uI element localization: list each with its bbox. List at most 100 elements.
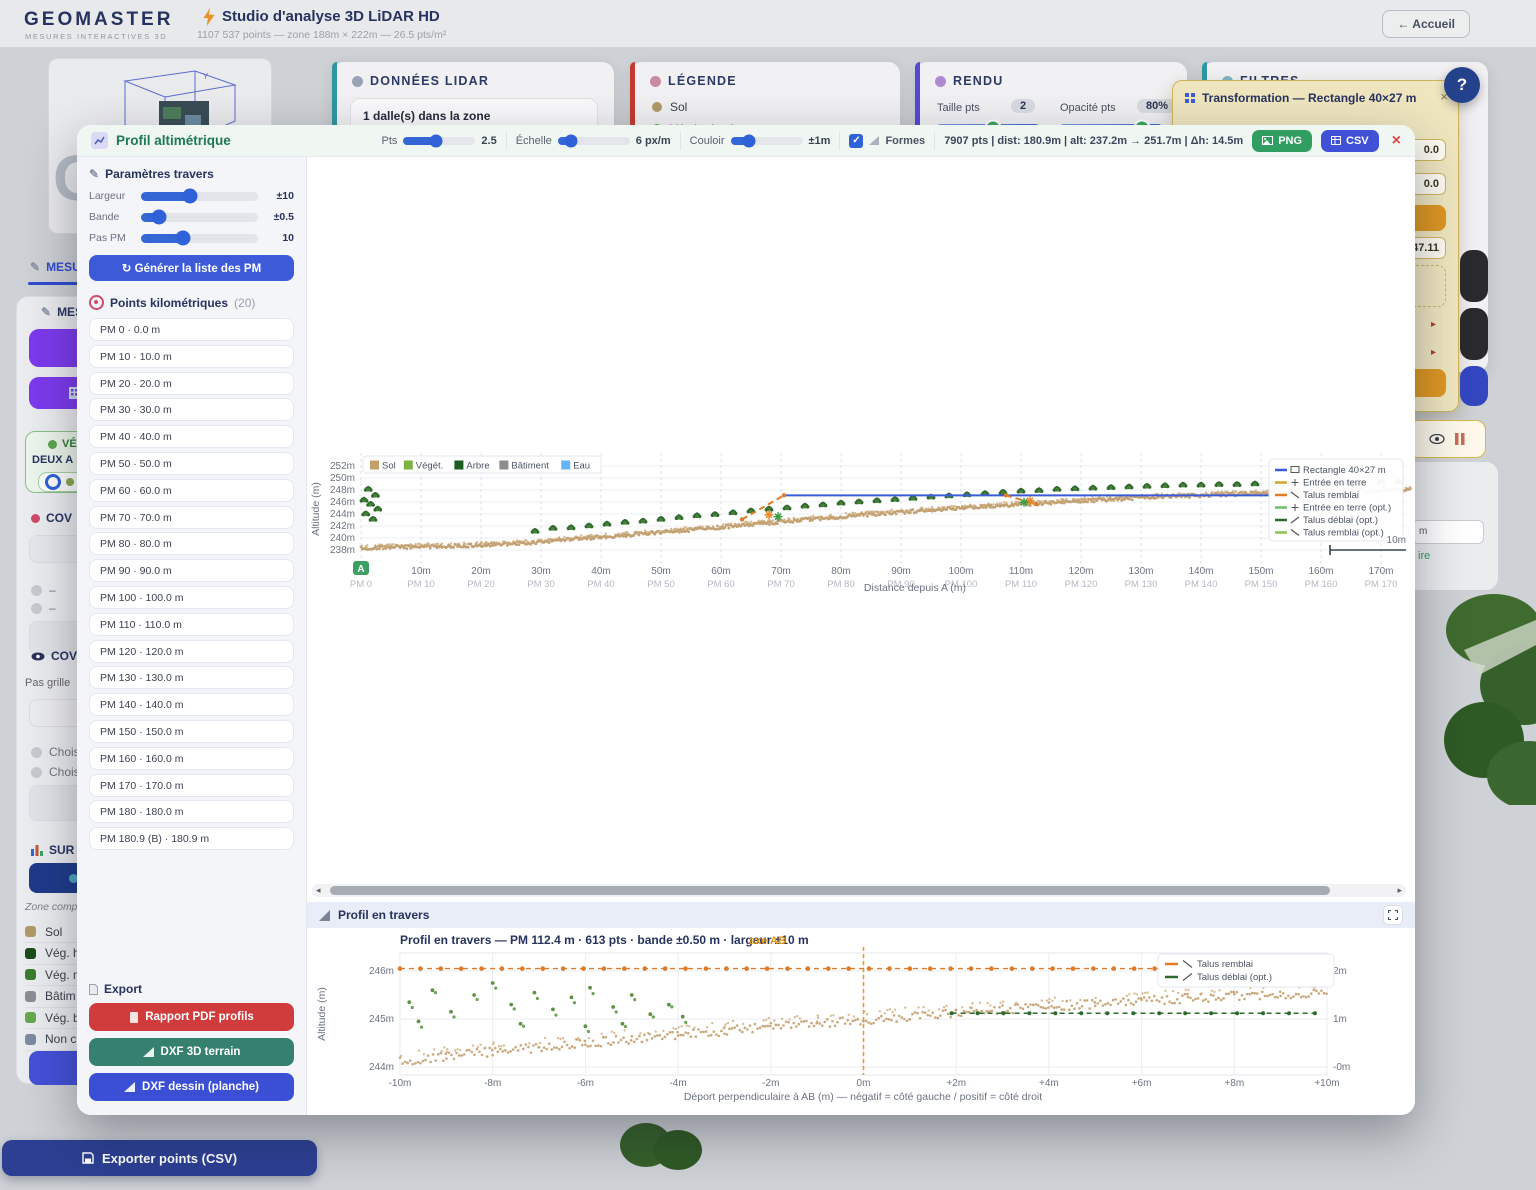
pm-item[interactable]: PM 0 · 0.0 m	[89, 318, 294, 341]
dock-button[interactable]	[1460, 250, 1488, 302]
pm-item[interactable]: PM 70 · 70.0 m	[89, 506, 294, 529]
svg-text:Altitude (m): Altitude (m)	[310, 482, 322, 536]
generate-pm-button[interactable]: ↻ Générer la liste des PM	[89, 255, 294, 281]
pm-item[interactable]: PM 50 · 50.0 m	[89, 452, 294, 475]
pm-item[interactable]: PM 100 · 100.0 m	[89, 586, 294, 609]
panel-title: LÉGENDE	[668, 74, 737, 88]
svg-text:246m: 246m	[369, 966, 394, 977]
pts-slider[interactable]	[403, 137, 475, 145]
svg-text:Bâtiment: Bâtiment	[511, 461, 549, 472]
pm-item[interactable]: PM 130 · 130.0 m	[89, 666, 294, 689]
measure-input[interactable]: m	[1412, 520, 1484, 544]
dxf-dessin-planche--button[interactable]: DXF dessin (planche)	[89, 1073, 294, 1101]
svg-text:160m: 160m	[1308, 566, 1333, 577]
svg-text:Déport perpendiculaire à AB (m: Déport perpendiculaire à AB (m) — négati…	[684, 1091, 1042, 1103]
pm-item[interactable]: PM 160 · 160.0 m	[89, 747, 294, 770]
svg-text:PM 70: PM 70	[767, 579, 794, 590]
expand-icon[interactable]	[1383, 905, 1403, 925]
chevron-right-icon[interactable]: ▸	[1431, 319, 1436, 330]
couloir-value: ±1m	[809, 135, 831, 147]
section-title: COVI	[51, 649, 80, 663]
largeur-slider[interactable]	[141, 192, 258, 201]
choose-radio[interactable]: Choisi	[31, 745, 82, 759]
pm-item[interactable]: PM 170 · 170.0 m	[89, 774, 294, 797]
eye-icon[interactable]	[1429, 434, 1445, 444]
option-radio[interactable]: –	[31, 601, 56, 615]
dxf-3d-terrain-button[interactable]: DXF 3D terrain	[89, 1038, 294, 1066]
scroll-right-icon[interactable]: ▸	[1397, 884, 1402, 897]
chart-horizontal-scrollbar[interactable]: ◂ ▸	[312, 884, 1406, 897]
svg-text:+6m: +6m	[1132, 1078, 1152, 1089]
svg-text:170m: 170m	[1368, 566, 1393, 577]
echelle-slider[interactable]	[558, 137, 630, 145]
pin-icon	[31, 514, 40, 523]
grid-note: Pas grille	[25, 677, 70, 689]
svg-text:-10m: -10m	[389, 1078, 412, 1089]
pm-item[interactable]: PM 80 · 80.0 m	[89, 532, 294, 555]
pm-item[interactable]: PM 10 · 10.0 m	[89, 345, 294, 368]
pm-item[interactable]: PM 120 · 120.0 m	[89, 640, 294, 663]
microscope-icon	[352, 76, 363, 87]
svg-text:Talus remblai (opt.): Talus remblai (opt.)	[1303, 528, 1384, 539]
choose-radio[interactable]: Choisi	[31, 765, 82, 779]
svg-text:PM 170: PM 170	[1365, 579, 1398, 590]
pm-item[interactable]: PM 180.9 (B) · 180.9 m	[89, 827, 294, 850]
taille-pts-value: 2	[1011, 99, 1035, 113]
export-csv-button[interactable]: CSV	[1321, 130, 1379, 152]
cross-section-icon	[319, 910, 330, 921]
eye-icon	[31, 652, 45, 661]
pts-label: Pts	[382, 135, 398, 147]
rapport-pdf-profils-button[interactable]: Rapport PDF profils	[89, 1003, 294, 1031]
chevron-right-icon[interactable]: ▸	[1431, 347, 1436, 358]
scrollbar-thumb[interactable]	[330, 886, 1330, 895]
export-points-csv-button[interactable]: Exporter points (CSV)	[2, 1140, 317, 1176]
option-radio[interactable]: –	[31, 583, 56, 597]
export-block: Export Rapport PDF profilsDXF 3D terrain…	[89, 982, 294, 1101]
pas-pm-slider[interactable]	[141, 234, 258, 243]
dock-button[interactable]	[1460, 366, 1488, 406]
svg-text:80m: 80m	[831, 566, 850, 577]
svg-text:+8m: +8m	[1224, 1078, 1244, 1089]
formes-checkbox[interactable]: ✓	[849, 134, 863, 148]
scroll-left-icon[interactable]: ◂	[316, 884, 321, 897]
svg-text:252m: 252m	[330, 461, 355, 472]
pause-icon[interactable]	[1455, 433, 1465, 445]
svg-text:Distance depuis A (m): Distance depuis A (m)	[864, 582, 966, 594]
svg-text:+10m: +10m	[1314, 1078, 1339, 1089]
svg-text:PM 160: PM 160	[1305, 579, 1338, 590]
app-stats: 1107 537 points — zone 188m × 222m — 26.…	[197, 29, 446, 41]
export-png-button[interactable]: PNG	[1252, 130, 1312, 152]
svg-text:PM 30: PM 30	[527, 579, 554, 590]
app-logo-subtitle: MESURES INTERACTIVES 3D	[25, 32, 167, 41]
svg-text:70m: 70m	[771, 566, 790, 577]
dock-button[interactable]	[1460, 308, 1488, 360]
panel-title: RENDU	[953, 74, 1003, 88]
pm-item[interactable]: PM 20 · 20.0 m	[89, 372, 294, 395]
svg-text:-2m: -2m	[762, 1078, 779, 1089]
pm-item[interactable]: PM 60 · 60.0 m	[89, 479, 294, 502]
pm-item[interactable]: PM 180 · 180.0 m	[89, 800, 294, 823]
home-button[interactable]: ← Accueil	[1382, 10, 1470, 38]
pk-title: Points kilométriques	[110, 296, 228, 310]
app-logo: GEOMASTER	[24, 9, 173, 31]
viewport-trees	[1424, 590, 1536, 805]
pm-item[interactable]: PM 110 · 110.0 m	[89, 613, 294, 636]
pm-item[interactable]: PM 40 · 40.0 m	[89, 425, 294, 448]
help-button[interactable]: ?	[1444, 67, 1480, 103]
grid-handle-icon	[1185, 93, 1195, 103]
close-icon[interactable]: ×	[1392, 132, 1401, 150]
app-root: GEOMASTER MESURES INTERACTIVES 3D Studio…	[0, 0, 1536, 1190]
svg-text:PM 150: PM 150	[1245, 579, 1278, 590]
travers-title: Profil en travers	[338, 908, 429, 922]
pm-item[interactable]: PM 140 · 140.0 m	[89, 693, 294, 716]
pm-item[interactable]: PM 30 · 30.0 m	[89, 398, 294, 421]
svg-text:248m: 248m	[330, 485, 355, 496]
measure-link[interactable]: ire	[1418, 550, 1430, 562]
svg-text:A: A	[357, 564, 364, 575]
target-icon	[89, 295, 104, 310]
svg-text:Entrée en terre (opt.): Entrée en terre (opt.)	[1303, 503, 1391, 514]
pm-item[interactable]: PM 90 · 90.0 m	[89, 559, 294, 582]
couloir-slider[interactable]	[731, 137, 803, 145]
bande-slider[interactable]	[141, 213, 258, 222]
pm-item[interactable]: PM 150 · 150.0 m	[89, 720, 294, 743]
